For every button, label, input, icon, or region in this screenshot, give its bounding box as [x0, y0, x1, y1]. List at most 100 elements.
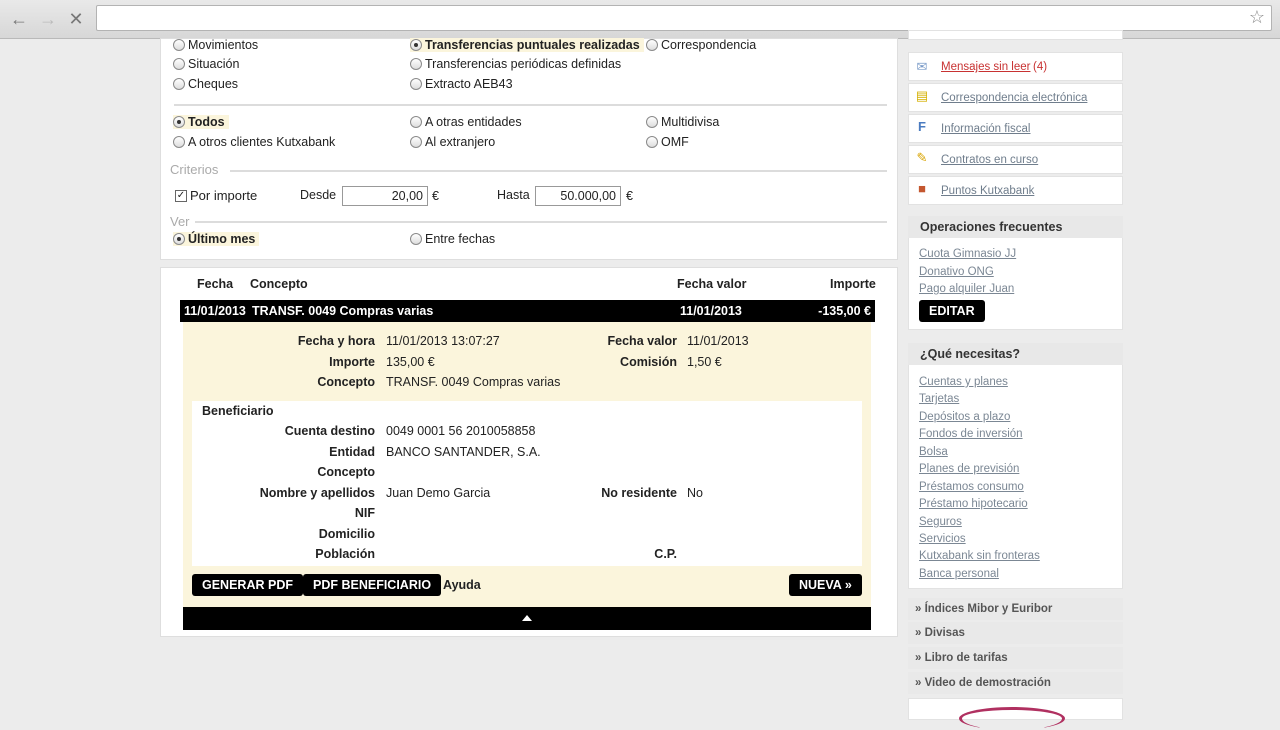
- necesitas-item[interactable]: Fondos de inversión: [919, 428, 1023, 440]
- por-importe-checkbox[interactable]: ✓ Por importe: [175, 188, 257, 203]
- sidebar-link-informacion-fiscal[interactable]: Información fiscal: [941, 123, 1030, 135]
- frecuente-item[interactable]: Pago alquiler Juan: [919, 283, 1014, 295]
- radio-button[interactable]: [410, 78, 422, 90]
- pdf-beneficiario-button[interactable]: PDF BENEFICIARIO: [303, 574, 442, 596]
- radio-button[interactable]: [410, 136, 422, 148]
- desde-input[interactable]: 20,00: [342, 186, 428, 206]
- generar-pdf-button[interactable]: GENERAR PDF: [192, 574, 303, 596]
- radio-button[interactable]: [173, 136, 185, 148]
- radio-multidivisa[interactable]: Multidivisa: [646, 115, 719, 129]
- sidebar-link-correspondencia[interactable]: Correspondencia electrónica: [941, 92, 1087, 104]
- banner-logo: [959, 707, 1065, 730]
- radio-situacion[interactable]: Situación: [173, 57, 239, 71]
- radio-button[interactable]: [173, 58, 185, 70]
- option-label: Cheques: [188, 77, 239, 91]
- necesitas-item[interactable]: Préstamo hipotecario: [919, 498, 1028, 510]
- collapsible-mibor-euribor[interactable]: » Índices Mibor y Euribor: [908, 598, 1123, 620]
- radio-button[interactable]: [410, 58, 422, 70]
- cuenta-destino-label: Cuenta destino: [284, 424, 375, 438]
- filter-panel: [160, 38, 898, 260]
- address-bar[interactable]: ☆: [96, 5, 1272, 31]
- sidebar-link-puntos[interactable]: Puntos Kutxabank: [941, 185, 1034, 197]
- nombre-label: Nombre y apellidos: [259, 486, 375, 500]
- radio-ultimo-mes[interactable]: Último mes: [173, 232, 260, 246]
- hasta-input[interactable]: 50.000,00: [535, 186, 621, 206]
- checkbox-label: Por importe: [190, 188, 258, 203]
- row-importe: -135,00 €: [818, 304, 871, 318]
- sidebar-link-mensajes[interactable]: Mensajes sin leer: [941, 61, 1030, 73]
- radio-button[interactable]: [646, 39, 658, 51]
- editar-button[interactable]: EDITAR: [919, 300, 985, 322]
- radio-button[interactable]: [410, 233, 422, 245]
- sidebar-link-contratos[interactable]: Contratos en curso: [941, 154, 1038, 166]
- fiscal-icon: F: [918, 119, 926, 134]
- radio-button[interactable]: [646, 116, 658, 128]
- column-header-importe: Importe: [830, 277, 876, 291]
- concepto-label: Concepto: [317, 375, 375, 389]
- fecha-valor-value: 11/01/2013: [687, 334, 749, 348]
- radio-extranjero[interactable]: Al extranjero: [410, 135, 495, 149]
- necesitas-item[interactable]: Planes de previsión: [919, 463, 1019, 475]
- concepto-value: TRANSF. 0049 Compras varias: [386, 375, 561, 389]
- necesitas-item[interactable]: Banca personal: [919, 568, 999, 580]
- cuenta-destino-value: 0049 0001 56 2010058858: [386, 424, 536, 438]
- desde-label: Desde: [300, 188, 337, 202]
- radio-correspondencia[interactable]: Correspondencia: [646, 38, 756, 52]
- option-label: Transferencias periódicas definidas: [425, 57, 622, 71]
- radio-cheques[interactable]: Cheques: [173, 77, 238, 91]
- necesitas-item[interactable]: Préstamos consumo: [919, 481, 1024, 493]
- entidad-value: BANCO SANTANDER, S.A.: [386, 445, 541, 459]
- necesitas-item[interactable]: Seguros: [919, 516, 962, 528]
- arrow-right-icon[interactable]: →: [37, 8, 59, 30]
- hasta-label: Hasta: [497, 188, 530, 202]
- row-fecha-valor: 11/01/2013: [680, 304, 742, 318]
- document-icon: ▤: [915, 88, 929, 103]
- option-label: Correspondencia: [661, 38, 757, 52]
- radio-transferencias-periodicas[interactable]: Transferencias periódicas definidas: [410, 57, 621, 71]
- radio-button[interactable]: [173, 78, 185, 90]
- option-label: Todos: [188, 115, 225, 129]
- necesitas-item[interactable]: Kutxabank sin fronteras: [919, 550, 1040, 562]
- necesitas-item[interactable]: Depósitos a plazo: [919, 411, 1010, 423]
- radio-entre-fechas[interactable]: Entre fechas: [410, 232, 495, 246]
- necesitas-item[interactable]: Tarjetas: [919, 393, 959, 405]
- radio-button[interactable]: [410, 39, 422, 51]
- radio-button[interactable]: [410, 116, 422, 128]
- no-residente-label: No residente: [601, 486, 677, 500]
- ayuda-link[interactable]: Ayuda: [443, 578, 481, 592]
- radio-transferencias-puntuales[interactable]: Transferencias puntuales realizadas: [410, 38, 644, 52]
- column-header-concepto: Concepto: [250, 277, 308, 291]
- radio-button[interactable]: [173, 116, 185, 128]
- option-label: A otros clientes Kutxabank: [188, 135, 336, 149]
- table-row[interactable]: 11/01/2013 TRANSF. 0049 Compras varias 1…: [180, 300, 875, 322]
- cp-label: C.P.: [654, 547, 677, 561]
- radio-button[interactable]: [646, 136, 658, 148]
- radio-omf[interactable]: OMF: [646, 135, 689, 149]
- necesitas-item[interactable]: Bolsa: [919, 446, 948, 458]
- radio-movimientos[interactable]: Movimientos: [173, 38, 258, 52]
- collapsible-divisas[interactable]: » Divisas: [908, 622, 1123, 644]
- collapsible-video-demostracion[interactable]: » Video de demostración: [908, 672, 1123, 694]
- collapse-bar[interactable]: [183, 607, 871, 630]
- checkbox[interactable]: ✓: [175, 189, 187, 202]
- necesitas-item[interactable]: Cuentas y planes: [919, 376, 1008, 388]
- star-icon[interactable]: ☆: [1249, 7, 1265, 28]
- row-concepto: TRANSF. 0049 Compras varias: [252, 304, 434, 318]
- arrow-left-icon[interactable]: ←: [8, 8, 30, 30]
- collapsible-libro-tarifas[interactable]: » Libro de tarifas: [908, 647, 1123, 669]
- collapse-up-icon[interactable]: [522, 615, 532, 621]
- beneficiario-title: Beneficiario: [202, 404, 274, 418]
- radio-otros-clientes[interactable]: A otros clientes Kutxabank: [173, 135, 335, 149]
- radio-otras-entidades[interactable]: A otras entidades: [410, 115, 522, 129]
- frecuente-item[interactable]: Donativo ONG: [919, 266, 994, 278]
- radio-button[interactable]: [173, 233, 185, 245]
- comision-label: Comisión: [620, 355, 677, 369]
- necesitas-item[interactable]: Servicios: [919, 533, 966, 545]
- nueva-button[interactable]: NUEVA »: [789, 574, 862, 596]
- radio-todos[interactable]: Todos: [173, 115, 229, 129]
- option-label: Extracto AEB43: [425, 77, 513, 91]
- close-icon[interactable]: ✕: [65, 8, 87, 30]
- radio-button[interactable]: [173, 39, 185, 51]
- radio-extracto-aeb43[interactable]: Extracto AEB43: [410, 77, 513, 91]
- frecuente-item[interactable]: Cuota Gimnasio JJ: [919, 248, 1016, 260]
